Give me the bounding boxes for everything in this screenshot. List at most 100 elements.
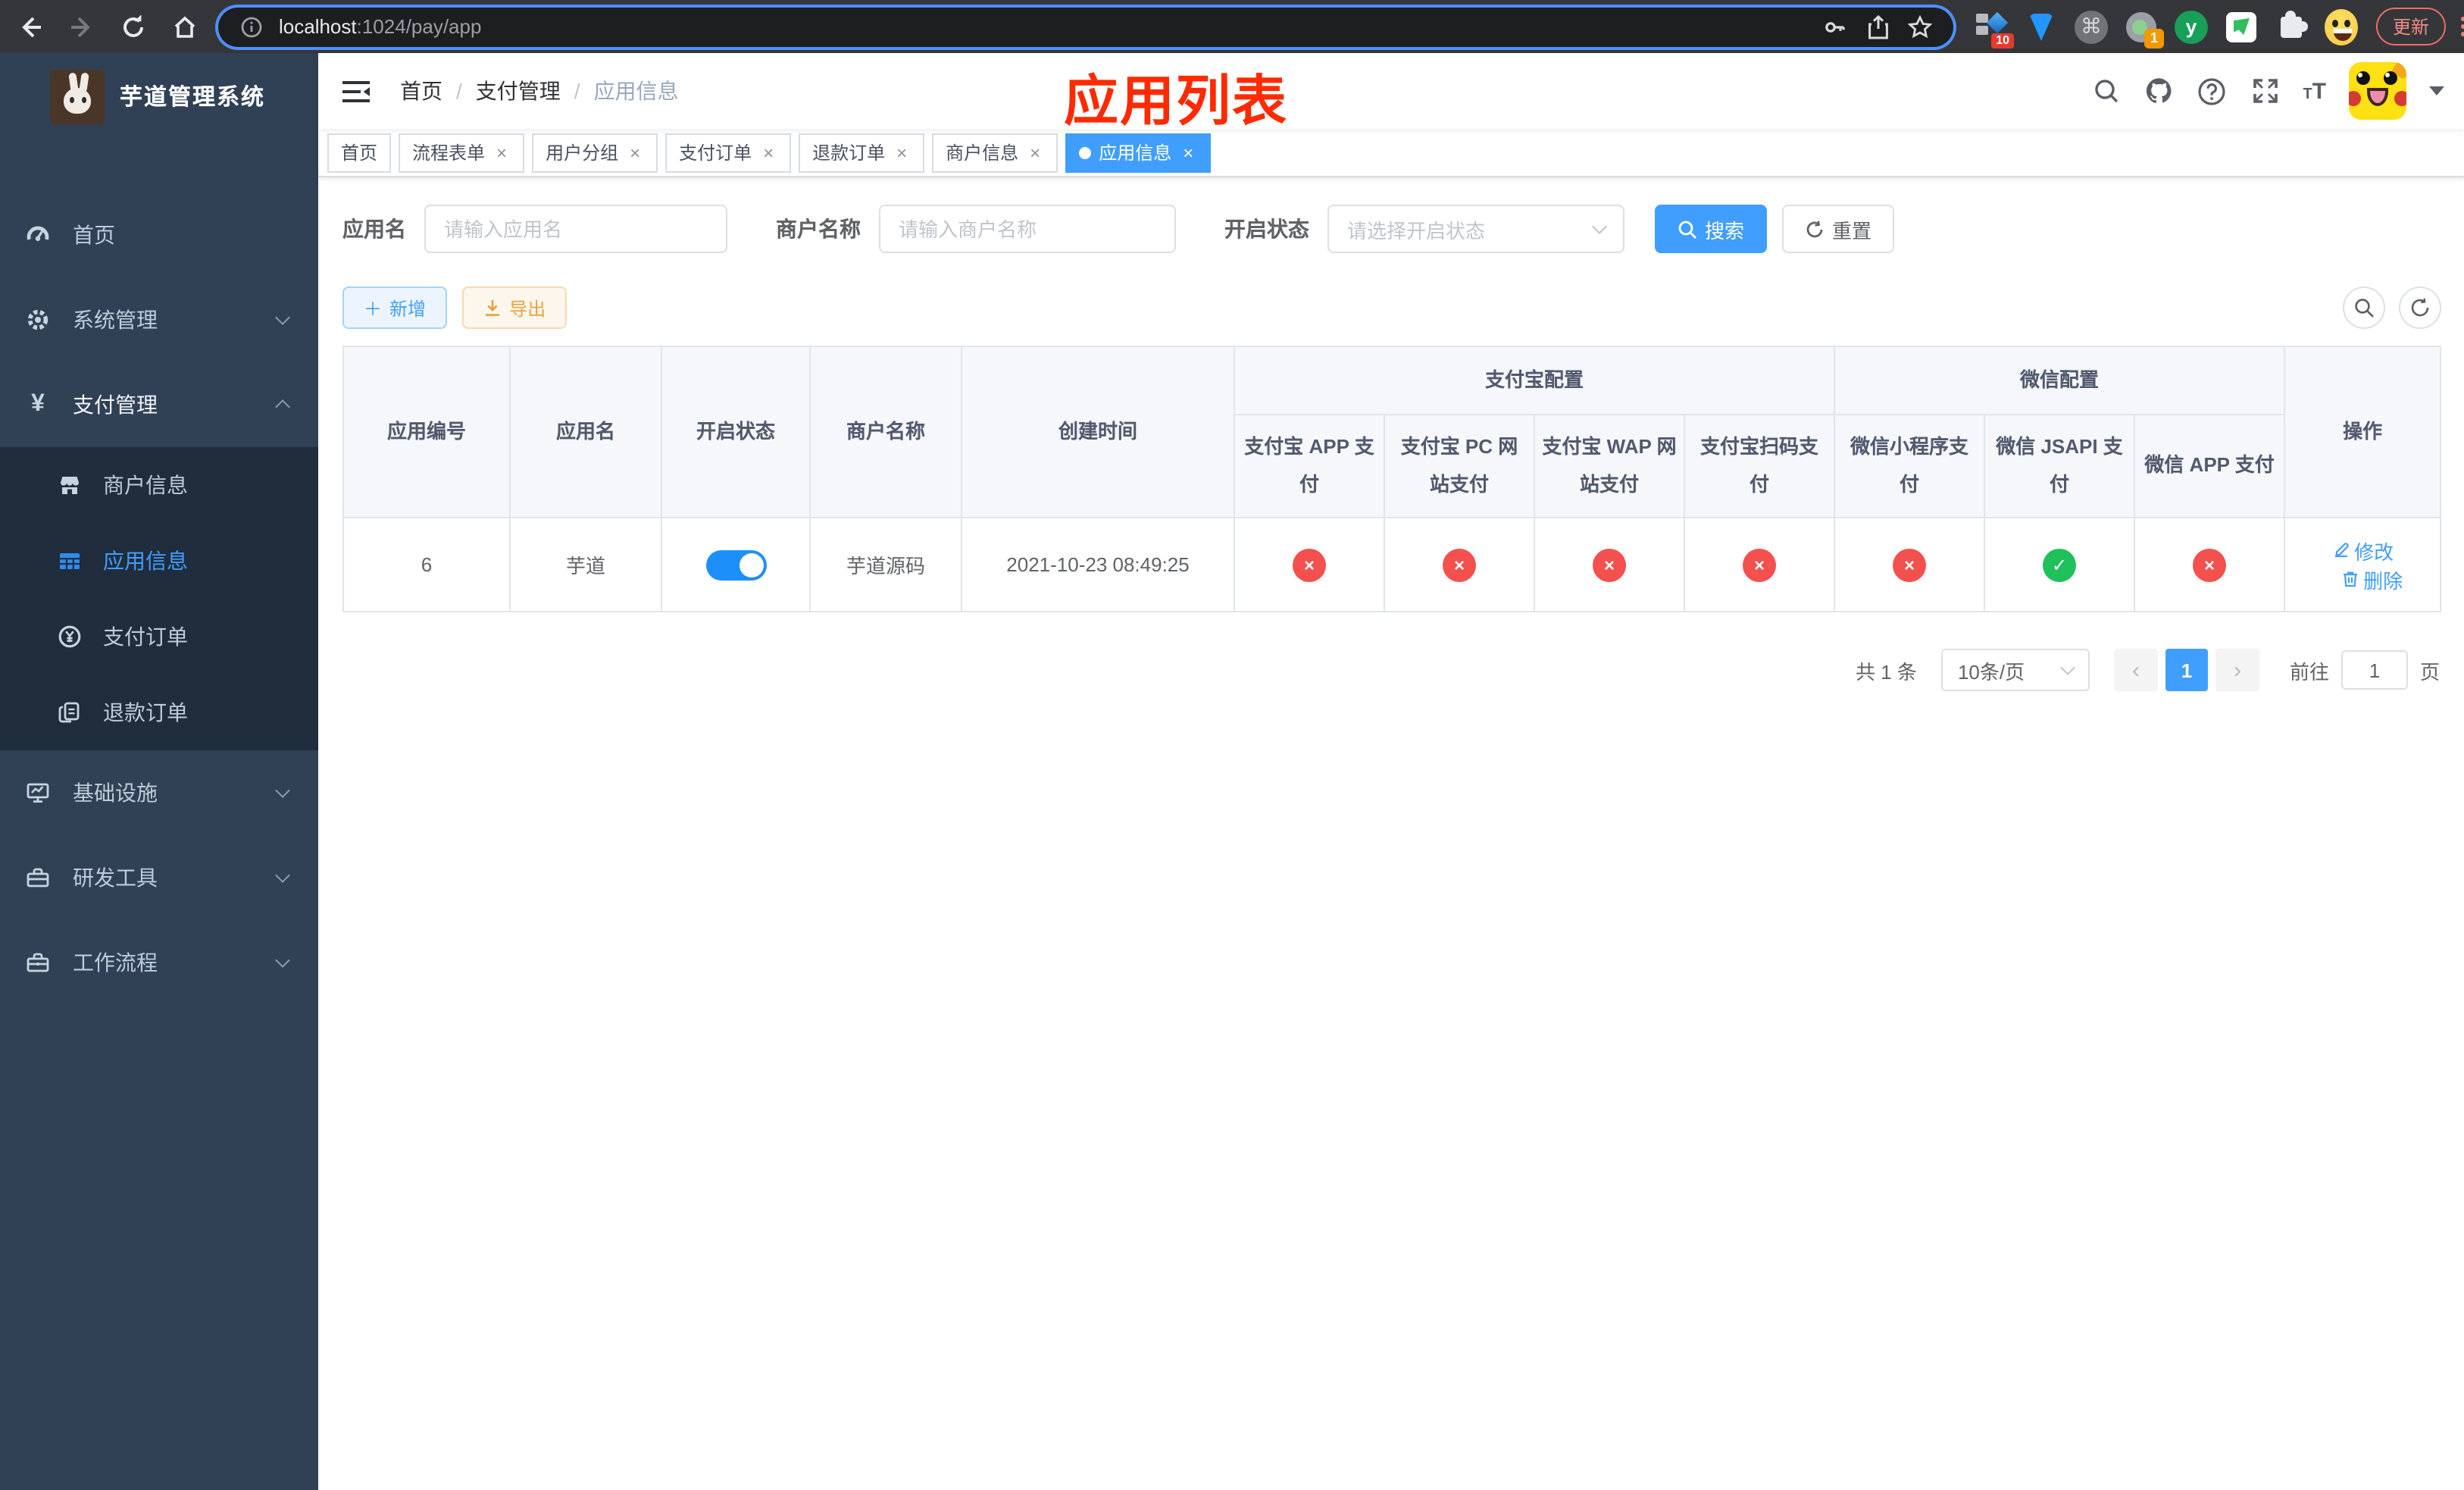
forward-icon[interactable] <box>67 11 97 42</box>
back-icon[interactable] <box>15 11 45 42</box>
page-size-select[interactable]: 10条/页 <box>1940 649 2090 691</box>
sidebar-item-label: 支付管理 <box>73 393 158 417</box>
refresh-table-icon[interactable] <box>2399 286 2442 329</box>
close-icon[interactable]: × <box>626 143 644 161</box>
avatar-caret-icon[interactable] <box>2429 86 2445 95</box>
sidebar-fold-icon[interactable] <box>330 65 382 117</box>
sidebar-item-home[interactable]: 首页 <box>0 193 318 277</box>
sidebar-item-pay-orders[interactable]: 支付订单 <box>0 599 318 675</box>
breadcrumb-current: 应用信息 <box>593 79 679 103</box>
goto-page-input[interactable] <box>2340 650 2408 690</box>
url-bar[interactable]: localhost :1024/pay/app <box>218 7 1953 46</box>
sidebar-item-app-info[interactable]: 应用信息 <box>0 523 318 599</box>
close-icon[interactable]: × <box>759 143 777 161</box>
sidebar-item-system[interactable]: 系统管理 <box>0 277 318 362</box>
github-icon[interactable] <box>2144 76 2175 106</box>
sidebar-item-refund-orders[interactable]: 退款订单 <box>0 675 318 750</box>
breadcrumb-home[interactable]: 首页 <box>400 76 442 106</box>
app-table: 应用编号 应用名 开启状态 商户名称 创建时间 支付宝配置 微信配置 操作 支付… <box>342 346 2442 612</box>
extension-modheader-icon[interactable]: 10 <box>1975 10 2014 48</box>
cell-wechat-lite: × <box>1834 517 1986 612</box>
extension-command-icon[interactable]: ⌘ <box>2075 10 2108 43</box>
sidebar-item-label: 退款订单 <box>103 700 188 725</box>
extension-badge: 10 <box>1991 33 2014 48</box>
font-size-icon[interactable]: TT <box>2303 80 2327 102</box>
merchant-name-input[interactable] <box>879 205 1176 253</box>
page-number-1[interactable]: 1 <box>2165 649 2208 691</box>
sidebar-item-dev-tools[interactable]: 研发工具 <box>0 835 318 920</box>
cell-alipay-pc: × <box>1384 517 1535 612</box>
col-group-wechat: 微信配置 <box>1834 346 2286 415</box>
delete-link[interactable]: 删除 <box>2340 565 2403 593</box>
help-icon[interactable] <box>2197 76 2228 106</box>
bookmark-star-icon[interactable] <box>1905 11 1935 42</box>
chevron-down-icon <box>1592 219 1607 234</box>
sidebar-item-payment[interactable]: ¥ 支付管理 <box>0 362 318 447</box>
chrome-menu-icon[interactable] <box>2461 17 2464 36</box>
app-name-input[interactable] <box>424 205 727 253</box>
tab-pay-orders[interactable]: 支付订单 × <box>665 133 792 172</box>
sidebar-logo[interactable]: 芋道管理系统 <box>0 53 318 139</box>
extension-chat-icon[interactable] <box>2225 10 2258 43</box>
add-button[interactable]: ＋ 新增 <box>342 286 448 329</box>
home-icon[interactable] <box>170 11 200 42</box>
status-toggle[interactable] <box>705 549 766 580</box>
export-button[interactable]: 导出 <box>462 286 568 329</box>
extension-proxy-icon[interactable]: 1 <box>2125 10 2164 48</box>
sidebar-item-infrastructure[interactable]: 基础设施 <box>0 750 318 835</box>
site-info-icon[interactable] <box>236 11 267 42</box>
annotation-title: 应用列表 <box>1064 70 1289 132</box>
col-header-status: 开启状态 <box>661 346 811 518</box>
url-path: :1024/pay/app <box>356 15 482 38</box>
tab-merchant-info[interactable]: 商户信息 × <box>932 133 1058 172</box>
status-check-icon: ✓ <box>2043 548 2077 581</box>
tab-process-form[interactable]: 流程表单 × <box>399 133 525 172</box>
col-header-alipay-qr: 支付宝扫码支付 <box>1683 414 1836 518</box>
edit-link[interactable]: 修改 <box>2331 536 2394 565</box>
sidebar-item-label: 基础设施 <box>73 781 158 805</box>
extensions-puzzle-icon[interactable] <box>2275 10 2308 43</box>
prev-page-button[interactable]: ‹ <box>2113 649 2158 691</box>
status-x-icon: × <box>1443 548 1476 581</box>
sidebar-item-workflow[interactable]: 工作流程 <box>0 920 318 1005</box>
yen-circle-icon <box>58 624 82 649</box>
status-select[interactable]: 请选择开启状态 <box>1327 205 1624 253</box>
cell-created: 2021-10-23 08:49:25 <box>961 517 1235 612</box>
sidebar-item-merchant-info[interactable]: 商户信息 <box>0 447 318 523</box>
search-button[interactable]: 搜索 <box>1655 205 1768 253</box>
chrome-update-button[interactable]: 更新 <box>2376 8 2447 45</box>
search-icon[interactable] <box>2091 76 2122 106</box>
page-unit: 页 <box>2419 660 2440 683</box>
dashboard-icon <box>26 223 50 247</box>
download-icon <box>483 299 502 317</box>
share-icon[interactable] <box>1862 11 1893 42</box>
toolbox-icon <box>26 950 50 975</box>
cell-alipay-app: × <box>1234 517 1385 612</box>
close-icon[interactable]: × <box>1026 143 1044 161</box>
breadcrumb-payment[interactable]: 支付管理 <box>476 76 561 106</box>
close-icon[interactable]: × <box>893 143 911 161</box>
tab-user-group[interactable]: 用户分组 × <box>532 133 658 172</box>
password-key-icon[interactable] <box>1820 11 1850 42</box>
active-dot <box>1079 146 1092 158</box>
tags-view-bar: 首页 流程表单 × 用户分组 × 支付订单 × 退款订单 × 商户信息 × 应用信息 × <box>318 129 2464 177</box>
profile-avatar[interactable] <box>2325 8 2358 45</box>
filter-label: 开启状态 <box>1224 217 1309 241</box>
hide-search-icon[interactable] <box>2343 286 2386 329</box>
next-page-button[interactable]: › <box>2215 649 2259 691</box>
tab-home[interactable]: 首页 <box>327 133 392 172</box>
close-icon[interactable]: × <box>1179 143 1197 161</box>
extension-kite-icon[interactable] <box>2025 10 2058 43</box>
tab-app-info[interactable]: 应用信息 × <box>1065 133 1212 172</box>
tab-refund-orders[interactable]: 退款订单 × <box>799 133 925 172</box>
reset-button[interactable]: 重置 <box>1782 205 1895 253</box>
docs-icon <box>58 700 82 725</box>
extension-y-icon[interactable]: y <box>2175 10 2208 43</box>
cell-wechat-jsapi: ✓ <box>1984 517 2136 612</box>
reload-icon[interactable] <box>118 11 149 42</box>
user-avatar[interactable] <box>2349 62 2407 120</box>
fullscreen-icon[interactable] <box>2250 76 2281 106</box>
goto-page: 前往 页 <box>2290 650 2440 690</box>
filter-app-name: 应用名 <box>342 205 727 253</box>
close-icon[interactable]: × <box>492 143 511 161</box>
